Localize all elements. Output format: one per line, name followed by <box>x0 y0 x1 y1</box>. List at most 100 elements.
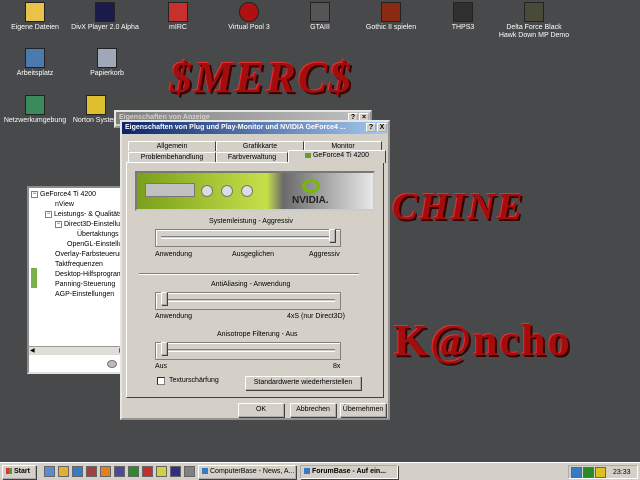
computer-icon <box>25 48 45 68</box>
slider-aa-track[interactable] <box>161 299 335 302</box>
quicklaunch-app-icon[interactable] <box>128 466 139 477</box>
quicklaunch-app-icon[interactable] <box>170 466 181 477</box>
nvidia-banner: NVIDIA. <box>135 171 375 211</box>
start-label: Start <box>14 468 30 475</box>
collapse-icon[interactable]: − <box>31 190 38 198</box>
norton-icon <box>86 95 106 115</box>
tree-item-agp[interactable]: AGP-Einstellungen <box>55 290 114 299</box>
help-button[interactable]: ? <box>366 123 376 132</box>
quicklaunch-app-icon[interactable] <box>156 466 167 477</box>
slider-aniso-track[interactable] <box>161 349 335 352</box>
start-button[interactable]: Start <box>2 465 36 479</box>
tray-volume-icon[interactable] <box>595 467 606 478</box>
nvidia-eye-icon <box>302 179 320 193</box>
banner-dial-icon <box>221 185 233 197</box>
desktop-icon-label: Arbeitsplatz <box>16 70 54 77</box>
slider-aniso-title: Anisotrope Filterung - Aus <box>217 331 298 338</box>
task-forumbase[interactable]: ForumBase - Auf ein... <box>300 465 398 479</box>
close-button[interactable]: X <box>377 123 387 132</box>
tree-item-leistung[interactable]: − Leistungs- & Qualitätsei <box>45 210 128 219</box>
folder-icon <box>25 2 45 22</box>
desktop-icon-gothic[interactable]: Gothic II spielen <box>356 2 426 32</box>
browser-icon <box>202 468 208 475</box>
tree-item-label: Direct3D-Einstellung <box>64 221 128 228</box>
slider-aa-thumb[interactable] <box>161 292 167 305</box>
desktop-icon-label: Virtual Pool 3 <box>228 24 270 31</box>
desktop-icon-delta-force[interactable]: Delta Force Black Hawk Down MP Demo <box>498 2 570 40</box>
tree-item-panning[interactable]: Panning-Steuerung <box>55 280 115 289</box>
slider-aniso-thumb[interactable] <box>161 342 167 355</box>
plugplay-properties-dialog[interactable]: Eigenschaften von Plug und Play-Monitor … <box>120 120 390 420</box>
desktop-icon-label: Eigene Dateien <box>11 24 59 31</box>
nvidia-tree-panel[interactable]: − GeForce4 Ti 4200 nView − Leistungs- & Qu… <box>27 186 132 374</box>
desktop-icon-mirc[interactable]: mIRC <box>143 2 213 32</box>
quicklaunch-app-icon[interactable] <box>86 466 97 477</box>
desktop-icon-virtual-pool[interactable]: Virtual Pool 3 <box>214 2 284 32</box>
slider-aniso-max: 8x <box>333 363 341 370</box>
quicklaunch-app-icon[interactable] <box>142 466 153 477</box>
tree-item-label: Overlay-Farbsteuerung <box>55 251 127 258</box>
slider-aa-title: AntiAliasing - Anwendung <box>211 281 291 288</box>
slider-performance-track[interactable] <box>161 236 335 239</box>
quicklaunch-app-icon[interactable] <box>114 466 125 477</box>
desktop-icon-arbeitsplatz[interactable]: Arbeitsplatz <box>0 48 70 78</box>
collapse-icon[interactable]: − <box>55 220 62 228</box>
tab-geforce4[interactable]: GeForce4 Ti 4200 <box>288 150 386 163</box>
tree-item-nview[interactable]: nView <box>55 200 74 209</box>
desktop-icon-thps3[interactable]: THPS3 <box>428 2 498 32</box>
slider-aa-min: Anwendung <box>155 313 192 320</box>
nvidia-logo-icon <box>107 360 117 368</box>
tree-item-overlay[interactable]: Overlay-Farbsteuerung <box>55 250 127 259</box>
slider-performance-title: Systemleistung - Aggressiv <box>209 218 294 225</box>
quicklaunch-app-icon[interactable] <box>100 466 111 477</box>
desktop-icon-gta[interactable]: GTAIII <box>285 2 355 32</box>
desktop-icon-label: Netzwerkumgebung <box>3 117 67 124</box>
apply-button[interactable]: Übernehmen <box>340 403 386 417</box>
quicklaunch-desktop-icon[interactable] <box>44 466 55 477</box>
dialog-title: Eigenschaften von Plug und Play-Monitor … <box>125 124 346 131</box>
desktop-icon-netzwerk[interactable]: Netzwerkumgebung <box>0 95 70 125</box>
ok-button[interactable]: OK <box>238 403 284 417</box>
tree-item-label: Taktfrequenzen <box>55 261 103 268</box>
desktop-icon-papierkorb[interactable]: Papierkorb <box>72 48 142 78</box>
quicklaunch-explorer-icon[interactable] <box>58 466 69 477</box>
gta-icon <box>310 2 330 22</box>
collapse-icon[interactable]: − <box>45 210 52 218</box>
tree-item-label: nView <box>55 201 74 208</box>
dialog-titlebar[interactable]: Eigenschaften von Plug und Play-Monitor … <box>122 122 388 134</box>
task-computerbase[interactable]: ComputerBase - News, A... <box>198 465 296 479</box>
cancel-button[interactable]: Abbrechen <box>290 403 336 417</box>
tree-item-root[interactable]: − GeForce4 Ti 4200 <box>31 190 96 199</box>
tab-farbverwaltung[interactable]: Farbverwaltung <box>216 152 288 162</box>
windows-logo-icon <box>6 468 12 475</box>
taskbar: Start ComputerBase - News, A... ForumBas… <box>0 462 640 480</box>
texture-sharpening-checkbox[interactable] <box>157 377 165 385</box>
tray-network-icon[interactable] <box>571 467 582 478</box>
tab-problembehandlung[interactable]: Problembehandlung <box>128 152 216 162</box>
tree-item-label: GeForce4 Ti 4200 <box>40 191 97 198</box>
scroll-left-icon[interactable]: ◀ <box>30 347 35 354</box>
banner-dial-icon <box>201 185 213 197</box>
tray-app-icon[interactable] <box>583 467 594 478</box>
wallpaper-word-3: K@ncho <box>394 316 572 365</box>
desktop-icon-divx[interactable]: DivX Player 2.0 Alpha <box>70 2 140 32</box>
thps3-icon <box>453 2 473 22</box>
tree-item-label: AGP-Einstellungen <box>55 291 115 298</box>
desktop-icon-label: Papierkorb <box>90 70 124 77</box>
wallpaper-title: $MERC$ <box>170 53 354 102</box>
desktop-icon-eigene-dateien[interactable]: Eigene Dateien <box>0 2 70 32</box>
banner-gauge-icon <box>145 183 195 197</box>
horizontal-scrollbar[interactable]: ◀ ▶ <box>29 346 125 355</box>
side-accent <box>31 268 37 288</box>
tree-item-direct3d[interactable]: − Direct3D-Einstellung <box>55 220 128 229</box>
system-tray: 23:33 <box>568 465 638 479</box>
tab-allgemein[interactable]: Allgemein <box>128 141 216 151</box>
quicklaunch-ie-icon[interactable] <box>72 466 83 477</box>
network-icon <box>25 95 45 115</box>
quicklaunch-app-icon[interactable] <box>184 466 195 477</box>
banner-dial-icon <box>241 185 253 197</box>
restore-defaults-button[interactable]: Standardwerte wiederherstellen <box>245 376 361 390</box>
desktop-icon-label: GTAIII <box>310 24 330 31</box>
tree-item-takt[interactable]: Taktfrequenzen <box>55 260 103 269</box>
slider-performance-thumb[interactable] <box>329 229 335 242</box>
